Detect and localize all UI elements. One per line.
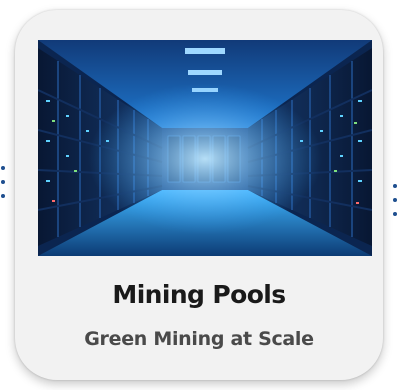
mining-pools-card[interactable]: Mining Pools Green Mining at Scale: [15, 10, 383, 380]
right-connector-dots: [393, 184, 397, 216]
left-connector-dots: [1, 166, 5, 198]
card-subtitle: Green Mining at Scale: [84, 328, 314, 350]
card-title: Mining Pools: [112, 280, 286, 309]
server-room-image: [38, 40, 372, 256]
diagram-canvas: Mining Pools Green Mining at Scale: [0, 0, 398, 390]
